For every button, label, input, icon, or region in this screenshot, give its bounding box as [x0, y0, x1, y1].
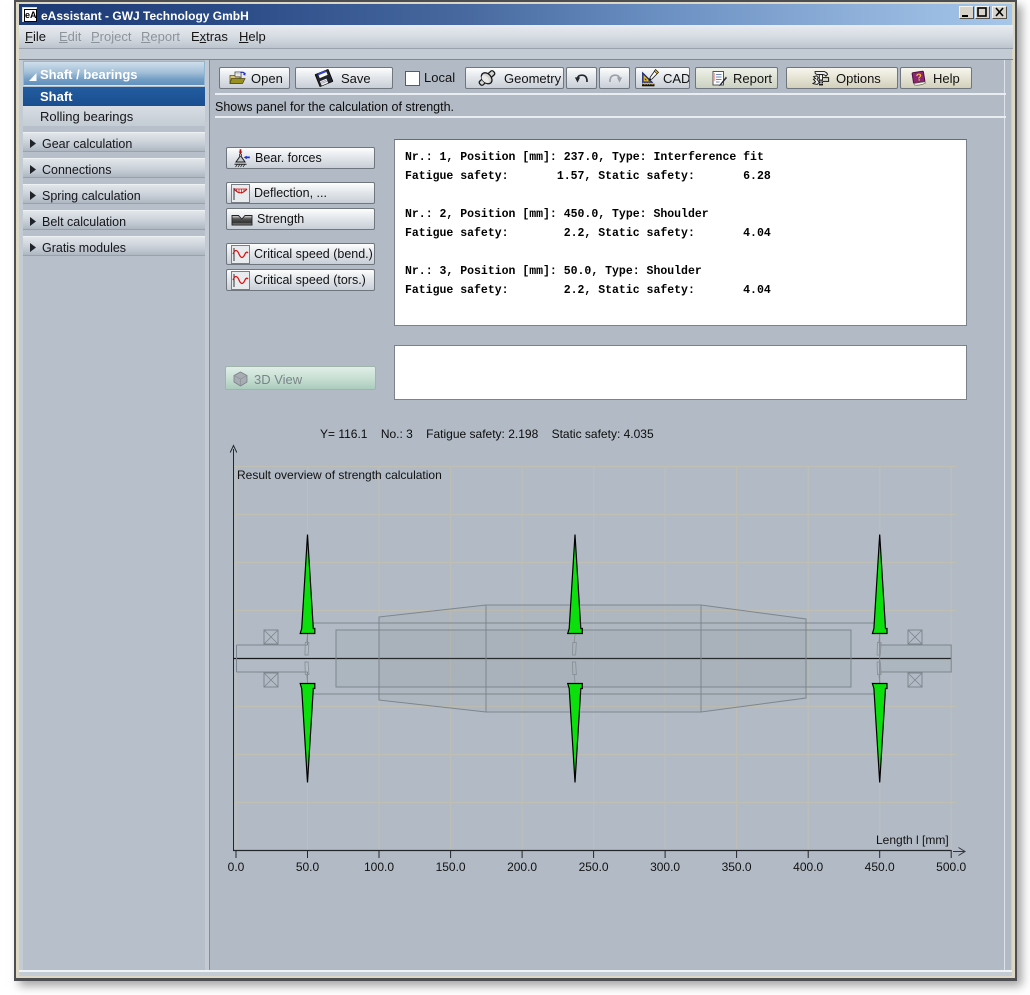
svg-text:450.0: 450.0	[865, 860, 895, 874]
svg-text:300.0: 300.0	[650, 860, 680, 874]
svg-text:350.0: 350.0	[722, 860, 752, 874]
svg-text:250.0: 250.0	[579, 860, 609, 874]
svg-text:200.0: 200.0	[507, 860, 537, 874]
svg-text:50.0: 50.0	[296, 860, 320, 874]
svg-text:400.0: 400.0	[793, 860, 823, 874]
svg-text:0.0: 0.0	[228, 860, 245, 874]
svg-text:Length l [mm]: Length l [mm]	[876, 833, 949, 847]
svg-text:500.0: 500.0	[936, 860, 966, 874]
svg-text:Result overview of strength ca: Result overview of strength calculation	[237, 468, 442, 482]
svg-text:150.0: 150.0	[436, 860, 466, 874]
svg-text:100.0: 100.0	[364, 860, 394, 874]
